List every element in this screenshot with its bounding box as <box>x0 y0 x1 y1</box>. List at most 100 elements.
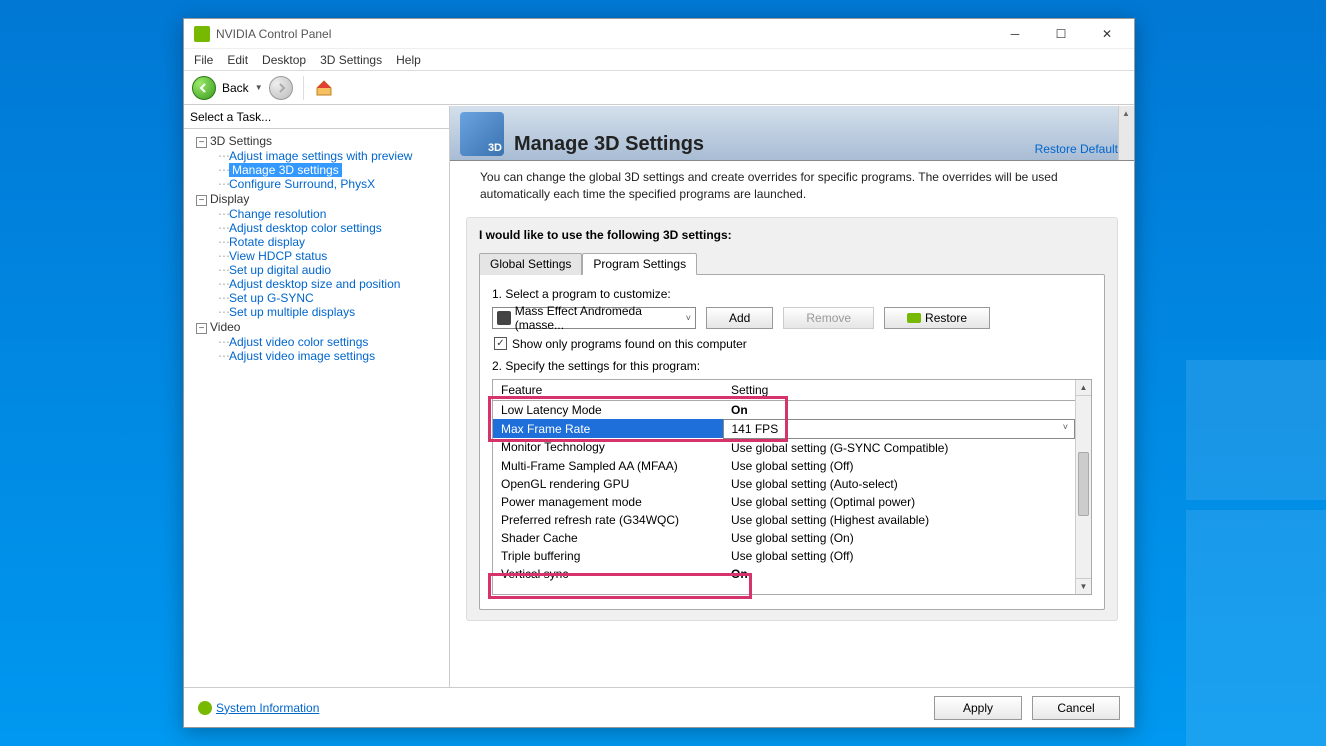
tree-rotate-display[interactable]: Rotate display <box>229 235 305 249</box>
restore-button[interactable]: Restore <box>884 307 990 329</box>
setting-cell[interactable]: On <box>723 565 1075 583</box>
cancel-button[interactable]: Cancel <box>1032 696 1120 720</box>
table-row[interactable]: OpenGL rendering GPUUse global setting (… <box>493 475 1075 493</box>
minimize-button[interactable]: ─ <box>992 19 1038 49</box>
tree-video-image[interactable]: Adjust video image settings <box>229 349 375 363</box>
toolbar-separator <box>303 76 304 100</box>
step2-label: 2. Specify the settings for this program… <box>492 359 1092 373</box>
manage-3d-icon <box>460 112 504 156</box>
scroll-up-icon[interactable]: ▲ <box>1076 380 1091 396</box>
back-button[interactable] <box>192 76 216 100</box>
restore-defaults-link[interactable]: Restore Defaults <box>1035 142 1124 156</box>
titlebar[interactable]: NVIDIA Control Panel ─ ☐ ✕ <box>184 19 1134 49</box>
tree-gsync[interactable]: Set up G-SYNC <box>229 291 314 305</box>
table-row[interactable]: Low Latency ModeOn <box>493 400 1075 419</box>
feature-cell: Max Frame Rate <box>493 419 723 438</box>
collapse-icon[interactable]: − <box>196 195 207 206</box>
tree-cat-3d: 3D Settings <box>210 134 272 148</box>
task-tree: −3D Settings ⋯Adjust image settings with… <box>184 129 449 687</box>
show-only-label: Show only programs found on this compute… <box>512 337 747 351</box>
desktop-accent <box>1186 360 1326 500</box>
menubar: File Edit Desktop 3D Settings Help <box>184 49 1134 71</box>
sidebar: Select a Task... −3D Settings ⋯Adjust im… <box>184 106 450 687</box>
sidebar-header: Select a Task... <box>184 106 449 129</box>
system-information-link[interactable]: System Information <box>198 701 319 715</box>
feature-cell: Low Latency Mode <box>493 400 723 419</box>
maximize-button[interactable]: ☐ <box>1038 19 1084 49</box>
chevron-down-icon: ˅ <box>686 313 691 323</box>
panel-title: I would like to use the following 3D set… <box>479 228 1105 242</box>
table-row[interactable]: Multi-Frame Sampled AA (MFAA)Use global … <box>493 457 1075 475</box>
setting-cell[interactable]: On <box>723 400 1075 419</box>
tree-video-color[interactable]: Adjust video color settings <box>229 335 368 349</box>
setting-cell[interactable]: Use global setting (Highest available) <box>723 511 1075 529</box>
header-scrollbar[interactable]: ▲ <box>1118 106 1134 160</box>
program-select[interactable]: Mass Effect Andromeda (masse... ˅ <box>492 307 696 329</box>
tab-body: 1. Select a program to customize: Mass E… <box>479 274 1105 610</box>
tree-configure-surround[interactable]: Configure Surround, PhysX <box>229 177 375 191</box>
setting-cell[interactable]: Use global setting (Off) <box>723 457 1075 475</box>
back-label: Back <box>222 81 249 95</box>
tree-digital-audio[interactable]: Set up digital audio <box>229 263 331 277</box>
col-setting[interactable]: Setting <box>723 380 1075 401</box>
setting-cell[interactable]: Use global setting (Off) <box>723 547 1075 565</box>
table-row[interactable]: Monitor TechnologyUse global setting (G-… <box>493 438 1075 457</box>
nvidia-icon <box>907 313 921 323</box>
tree-adjust-image[interactable]: Adjust image settings with preview <box>229 149 412 163</box>
program-name: Mass Effect Andromeda (masse... <box>515 304 691 332</box>
tree-multi-displays[interactable]: Set up multiple displays <box>229 305 355 319</box>
main-panel: Manage 3D Settings Restore Defaults ▲ Yo… <box>450 106 1134 687</box>
settings-panel: I would like to use the following 3D set… <box>466 217 1118 621</box>
tree-desktop-size[interactable]: Adjust desktop size and position <box>229 277 400 291</box>
menu-file[interactable]: File <box>194 53 213 67</box>
window-title: NVIDIA Control Panel <box>216 27 992 41</box>
menu-help[interactable]: Help <box>396 53 421 67</box>
close-button[interactable]: ✕ <box>1084 19 1130 49</box>
desktop-accent <box>1186 510 1326 746</box>
table-row[interactable]: Vertical syncOn <box>493 565 1075 583</box>
setting-cell[interactable]: Use global setting (G-SYNC Compatible) <box>723 438 1075 457</box>
feature-cell: Power management mode <box>493 493 723 511</box>
main-header: Manage 3D Settings Restore Defaults ▲ <box>450 106 1134 161</box>
tree-manage-3d[interactable]: Manage 3D settings <box>229 163 342 177</box>
forward-button[interactable] <box>269 76 293 100</box>
home-icon[interactable] <box>314 78 334 98</box>
table-row[interactable]: Power management modeUse global setting … <box>493 493 1075 511</box>
back-dropdown-icon[interactable]: ▼ <box>255 83 263 92</box>
table-row[interactable]: Shader CacheUse global setting (On) <box>493 529 1075 547</box>
tree-change-resolution[interactable]: Change resolution <box>229 207 326 221</box>
col-feature[interactable]: Feature <box>493 380 723 401</box>
menu-3d-settings[interactable]: 3D Settings <box>320 53 382 67</box>
collapse-icon[interactable]: − <box>196 137 207 148</box>
content-area: Select a Task... −3D Settings ⋯Adjust im… <box>184 105 1134 687</box>
feature-cell: Multi-Frame Sampled AA (MFAA) <box>493 457 723 475</box>
setting-cell[interactable]: Use global setting (Auto-select) <box>723 475 1075 493</box>
tab-program-settings[interactable]: Program Settings <box>582 253 697 275</box>
menu-edit[interactable]: Edit <box>227 53 248 67</box>
tree-adjust-color[interactable]: Adjust desktop color settings <box>229 221 382 235</box>
feature-cell: Shader Cache <box>493 529 723 547</box>
show-only-checkbox[interactable]: ✓ Show only programs found on this compu… <box>494 337 1092 351</box>
setting-cell[interactable]: Use global setting (Optimal power) <box>723 493 1075 511</box>
tree-cat-display: Display <box>210 192 249 206</box>
remove-button: Remove <box>783 307 874 329</box>
table-scrollbar[interactable]: ▲ ▼ <box>1075 380 1091 594</box>
nvidia-icon <box>194 26 210 42</box>
tree-hdcp-status[interactable]: View HDCP status <box>229 249 327 263</box>
setting-cell[interactable]: Use global setting (On) <box>723 529 1075 547</box>
apply-button[interactable]: Apply <box>934 696 1022 720</box>
program-icon <box>497 311 511 325</box>
scroll-thumb[interactable] <box>1078 452 1089 516</box>
table-row[interactable]: Triple bufferingUse global setting (Off) <box>493 547 1075 565</box>
toolbar: Back ▼ <box>184 71 1134 105</box>
add-button[interactable]: Add <box>706 307 773 329</box>
collapse-icon[interactable]: − <box>196 323 207 334</box>
menu-desktop[interactable]: Desktop <box>262 53 306 67</box>
tree-cat-video: Video <box>210 320 240 334</box>
table-row[interactable]: Max Frame Rate141 FPS <box>493 419 1075 438</box>
tab-global-settings[interactable]: Global Settings <box>479 253 582 275</box>
setting-cell[interactable]: 141 FPS <box>723 419 1075 438</box>
feature-cell: Triple buffering <box>493 547 723 565</box>
scroll-down-icon[interactable]: ▼ <box>1076 578 1091 594</box>
table-row[interactable]: Preferred refresh rate (G34WQC)Use globa… <box>493 511 1075 529</box>
